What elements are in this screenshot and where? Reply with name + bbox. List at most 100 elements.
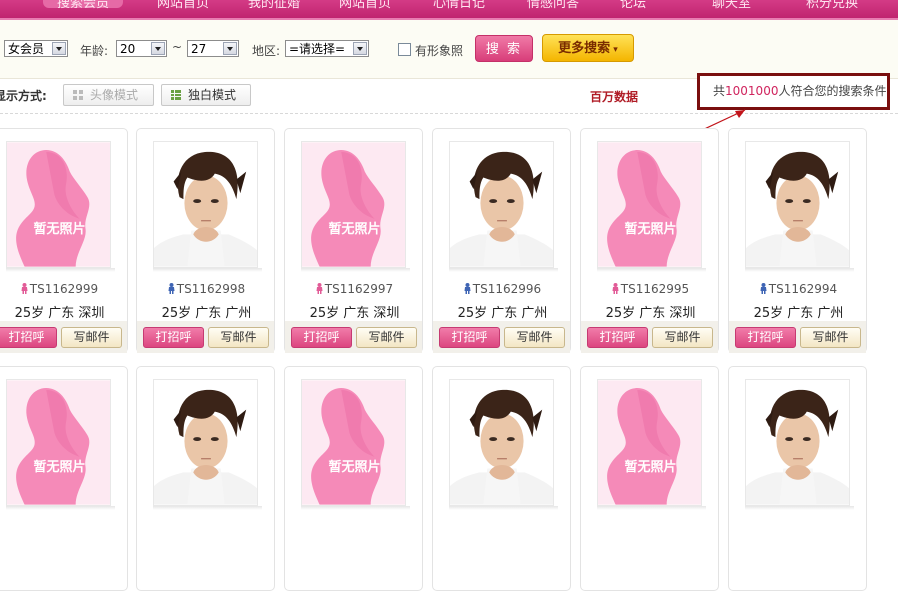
photo-shadow [597,268,706,272]
more-search-label: 更多搜索 [558,41,611,56]
no-photo-placeholder[interactable]: 暂无照片 [6,141,111,268]
say-hi-button[interactable]: 打招呼 [587,327,648,348]
has-photo-checkbox[interactable] [398,43,411,56]
member-photo[interactable] [745,141,850,268]
member-photo[interactable] [449,141,554,268]
photo-shadow [153,268,262,272]
no-photo-text: 暂无照片 [624,460,677,475]
avatar-mode-label: 头像模式 [90,88,139,102]
nav-item-7[interactable]: 聊天室 [712,0,751,11]
member-id[interactable]: TS1162996 [433,282,572,296]
female-icon [316,283,323,294]
write-mail-button[interactable]: 写邮件 [356,327,417,348]
nav-item-5[interactable]: 情感问答 [527,0,579,11]
photo-shadow [6,268,115,272]
no-photo-text: 暂无照片 [624,222,677,237]
member-id[interactable]: TS1162995 [581,282,720,296]
no-photo-placeholder[interactable]: 暂无照片 [301,379,406,506]
member-info: 25岁 广东 广州 [753,306,844,321]
no-photo-placeholder[interactable]: 暂无照片 [301,141,406,268]
card-actions: 打招呼 写邮件 [729,321,866,353]
member-type-select[interactable]: 女会员 [4,40,68,57]
member-card: 暂无照片 [0,366,128,591]
member-info: 25岁 广东 广州 [161,306,252,321]
member-id-text: TS1162996 [472,282,542,296]
result-suffix: 人符合您的搜索条件 [778,84,887,98]
member-card: TS1162994 25岁 广东 广州 打招呼 写邮件 [728,128,867,353]
photo-shadow [301,506,410,510]
result-count-box: 共1001000人符合您的搜索条件 [697,73,890,110]
avatar-mode-button[interactable]: 头像模式 [63,84,154,106]
member-info: 25岁 广东 深圳 [14,306,105,321]
no-photo-placeholder[interactable]: 暂无照片 [597,379,702,506]
say-hi-button[interactable]: 打招呼 [735,327,796,348]
member-id[interactable]: TS1162998 [137,282,276,296]
member-card: TS1162996 25岁 广东 广州 打招呼 写邮件 [432,128,571,353]
nav-item-8[interactable]: 积分兑换 [806,0,858,11]
photo-shadow [449,506,558,510]
say-hi-button[interactable]: 打招呼 [0,327,57,348]
more-search-button[interactable]: 更多搜索 ▾ [542,34,634,62]
age-min-select[interactable]: 20 [116,40,167,57]
region-value: =请选择= [289,42,346,56]
member-id[interactable]: TS1162994 [729,282,868,296]
card-actions: 打招呼 写邮件 [433,321,570,353]
nav-item-4[interactable]: 心情日记 [433,0,485,11]
say-hi-button[interactable]: 打招呼 [439,327,500,348]
top-nav: 搜索会员 网站首页 我的征婚 网站首页 心情日记 情感问答 论坛 聊天室 积分兑… [0,0,898,20]
member-photo[interactable] [153,141,258,268]
monologue-mode-label: 独白模式 [188,88,237,102]
nav-item-3[interactable]: 网站首页 [339,0,391,11]
member-id-text: TS1162997 [324,282,394,296]
member-card: 暂无照片 TS1162995 25岁 广东 深圳 打招呼 写邮件 [580,128,719,353]
photo-shadow [6,506,115,510]
nav-item-2[interactable]: 我的征婚 [248,0,300,11]
search-button[interactable]: 搜 索 [475,35,533,62]
member-photo[interactable] [449,379,554,506]
photo-shadow [301,268,410,272]
no-photo-placeholder[interactable]: 暂无照片 [597,141,702,268]
member-card [432,366,571,591]
no-photo-text: 暂无照片 [328,460,381,475]
age-separator: ~ [172,40,183,54]
write-mail-button[interactable]: 写邮件 [800,327,861,348]
nav-item-1[interactable]: 网站首页 [157,0,209,11]
member-photo[interactable] [153,379,258,506]
male-icon [760,283,767,294]
result-count: 1001000 [725,84,779,98]
nav-item-search-members[interactable]: 搜索会员 [43,0,124,11]
no-photo-text: 暂无照片 [328,222,381,237]
no-photo-text: 暂无照片 [33,460,86,475]
male-icon [464,283,471,294]
write-mail-button[interactable]: 写邮件 [652,327,713,348]
double-chevron-down-icon: ▾ [610,45,618,55]
display-mode-label: 显示方式: [0,89,47,103]
monologue-mode-button[interactable]: 独白模式 [161,84,251,106]
photo-shadow [597,506,706,510]
member-photo[interactable] [745,379,850,506]
chevron-down-icon [151,42,165,55]
photo-shadow [745,506,854,510]
member-card [728,366,867,591]
nav-item-6[interactable]: 论坛 [620,0,646,11]
region-select[interactable]: =请选择= [285,40,369,57]
card-actions: 打招呼 写邮件 [285,321,422,353]
say-hi-button[interactable]: 打招呼 [291,327,352,348]
write-mail-button[interactable]: 写邮件 [61,327,122,348]
write-mail-button[interactable]: 写邮件 [504,327,565,348]
say-hi-button[interactable]: 打招呼 [143,327,204,348]
no-photo-placeholder[interactable]: 暂无照片 [6,379,111,506]
member-card [136,366,275,591]
chevron-down-icon [353,42,367,55]
chevron-down-icon [52,42,66,55]
photo-shadow [449,268,558,272]
member-id[interactable]: TS1162999 [0,282,129,296]
age-max-value: 27 [191,42,207,56]
member-info: 25岁 广东 深圳 [605,306,696,321]
write-mail-button[interactable]: 写邮件 [208,327,269,348]
age-max-select[interactable]: 27 [187,40,239,57]
no-photo-text: 暂无照片 [33,222,86,237]
card-actions: 打招呼 写邮件 [581,321,718,353]
list-icon [171,90,181,100]
member-id[interactable]: TS1162997 [285,282,424,296]
